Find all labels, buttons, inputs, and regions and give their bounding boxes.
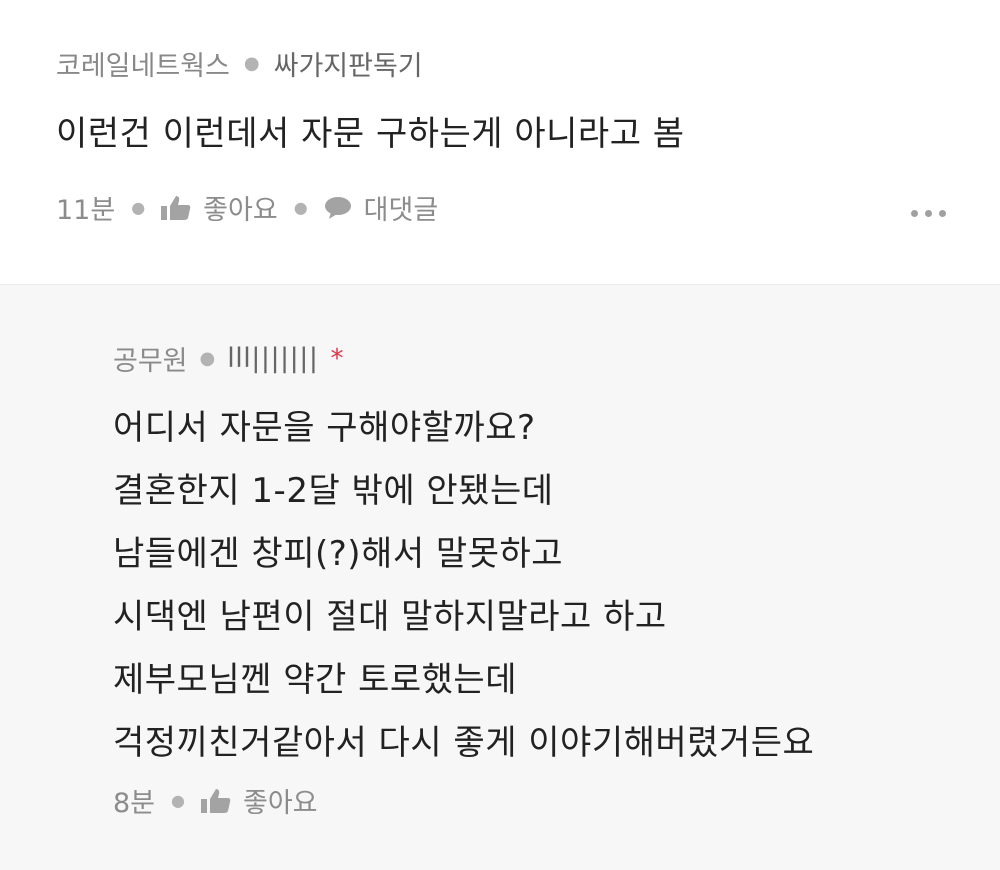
comment-time: 11분 bbox=[56, 195, 116, 226]
more-dots-icon bbox=[911, 210, 918, 217]
reply-button[interactable]: 대댓글 bbox=[324, 188, 439, 227]
reply-line: 시댁엔 남편이 절대 말하지말라고 하고 bbox=[113, 597, 667, 637]
comment-actions: 11분 ● 좋아요 ● 대댓글 bbox=[56, 188, 438, 227]
separator-dot: ● bbox=[199, 348, 216, 369]
reply-text: 어디서 자문을 구해야할까요? 결혼한지 1-2달 밖에 안됐는데 남들에겐 창… bbox=[113, 397, 814, 775]
comment-nickname[interactable]: 싸가지판독기 bbox=[274, 44, 423, 83]
reply-comment: 공무원 ● lll||||||| * 어디서 자문을 구해야할까요? 결혼한지 … bbox=[0, 284, 1000, 870]
thumbs-up-icon bbox=[161, 195, 191, 220]
reply-line: 남들에겐 창피(?)해서 말못하고 bbox=[113, 534, 564, 574]
separator-dot: ● bbox=[131, 198, 146, 217]
more-options-button[interactable] bbox=[911, 210, 946, 217]
comment-author[interactable]: 코레일네트웍스 bbox=[56, 44, 230, 83]
comment-text: 이런건 이런데서 자문 구하는게 아니라고 봄 bbox=[56, 114, 685, 154]
separator-dot: ● bbox=[293, 198, 308, 217]
comment-meta: 코레일네트웍스 ● 싸가지판독기 bbox=[56, 44, 423, 83]
reply-nickname[interactable]: lll||||||| bbox=[227, 343, 318, 374]
like-label: 좋아요 bbox=[203, 195, 278, 226]
reply-line: 결혼한지 1-2달 밖에 안됐는데 bbox=[113, 471, 554, 511]
new-badge: * bbox=[330, 343, 344, 374]
reply-actions: 8분 ● 좋아요 bbox=[113, 781, 318, 820]
like-button[interactable]: 좋아요 bbox=[161, 188, 278, 227]
reply-label: 대댓글 bbox=[363, 195, 439, 226]
reply-author[interactable]: 공무원 bbox=[113, 339, 188, 378]
reply-time: 8분 bbox=[113, 788, 156, 819]
reply-like-button[interactable]: 좋아요 bbox=[201, 781, 318, 820]
reply-line: 걱정끼친거같아서 다시 좋게 이야기해버렸거든요 bbox=[113, 723, 815, 763]
reply-line: 제부모님껜 약간 토로했는데 bbox=[113, 660, 517, 700]
reply-meta: 공무원 ● lll||||||| * bbox=[113, 339, 343, 378]
reply-line: 어디서 자문을 구해야할까요? bbox=[113, 408, 536, 448]
like-label: 좋아요 bbox=[243, 788, 318, 819]
thumbs-up-icon bbox=[201, 788, 231, 813]
comment-thread: 코레일네트웍스 ● 싸가지판독기 이런건 이런데서 자문 구하는게 아니라고 봄… bbox=[0, 0, 1000, 870]
speech-bubble-icon bbox=[324, 196, 351, 219]
comment: 코레일네트웍스 ● 싸가지판독기 이런건 이런데서 자문 구하는게 아니라고 봄… bbox=[0, 0, 1000, 284]
separator-dot: ● bbox=[171, 791, 185, 810]
separator-dot: ● bbox=[243, 53, 260, 74]
